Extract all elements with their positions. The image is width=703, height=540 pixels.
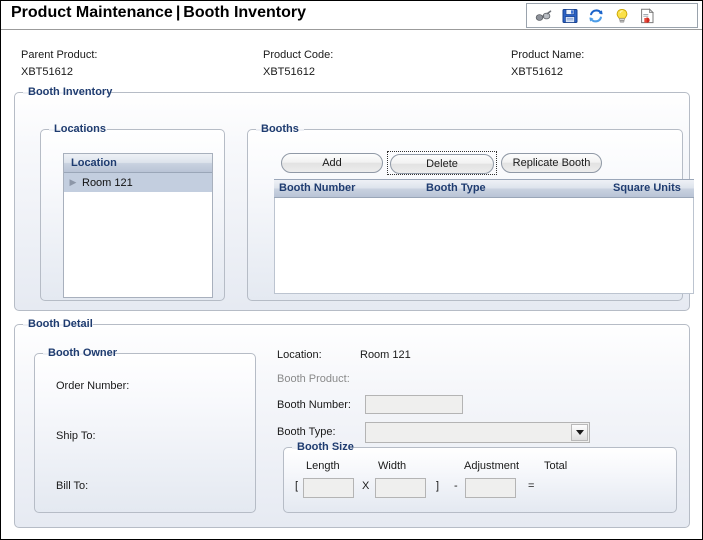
minus-symbol: - [454,480,458,492]
locations-tree-row-label: Room 121 [82,176,133,189]
width-label: Width [378,460,407,472]
location-value: Room 121 [360,349,411,361]
add-button[interactable]: Add [281,153,383,173]
booth-product-label: Booth Product: [277,373,350,385]
application-window: Product Maintenance | Booth Inventory Pa… [0,0,703,540]
length-input[interactable] [303,478,354,498]
product-code-group: Product Code: XBT51612 [263,49,333,78]
booth-inventory-legend: Booth Inventory [28,86,113,98]
width-input[interactable] [375,478,426,498]
booth-size-legend: Booth Size [297,441,354,453]
product-name-value: XBT51612 [511,66,563,78]
title-bar: Product Maintenance | Booth Inventory [1,1,702,30]
replicate-booth-button[interactable]: Replicate Booth [501,153,602,173]
product-code-value: XBT51612 [263,66,315,78]
binoculars-icon[interactable] [535,7,552,24]
equals-symbol: = [528,480,535,492]
page-title-sub: Booth Inventory [183,4,306,21]
locations-column-location: Location [71,157,117,169]
save-icon[interactable] [561,7,578,24]
product-name-label: Product Name: [511,49,585,61]
report-icon[interactable] [639,7,656,24]
product-name-group: Product Name: XBT51612 [511,49,584,78]
booths-column-booth-type[interactable]: Booth Type [426,182,486,194]
locations-legend: Locations [54,123,106,135]
expand-triangle-icon[interactable]: ▶ [64,178,82,187]
booths-panel: Booths Add Delete Replicate Booth Booth … [247,123,694,301]
delete-button[interactable]: Delete [390,154,494,174]
booths-grid-body[interactable] [274,198,694,294]
toolbar [526,3,698,28]
booths-legend: Booths [261,123,299,135]
booth-number-label: Booth Number: [277,399,351,411]
refresh-icon[interactable] [587,7,604,24]
bracket-close-symbol: ] [436,480,440,492]
locations-tree-row[interactable]: ▶ Room 121 [64,173,212,192]
booth-type-label: Booth Type: [277,426,336,438]
parent-product-value: XBT51612 [21,66,73,78]
booth-owner-legend: Booth Owner [48,347,118,359]
locations-column-header: Location [64,154,212,173]
bracket-open-symbol: [ [295,480,299,492]
adjustment-label: Adjustment [464,460,520,472]
lightbulb-icon[interactable] [613,7,630,24]
page-title-separator: | [175,4,181,21]
location-label: Location: [277,349,322,361]
total-label: Total [544,460,568,472]
booth-detail-panel: Booth Detail Booth Owner Order Number: S… [14,318,690,528]
booth-size-panel: Booth Size Length Width Adjustment Total… [283,441,677,513]
locations-panel: Locations Location ▶ Room 121 [40,123,225,301]
bill-to-label: Bill To: [56,480,89,492]
booth-type-select[interactable] [365,422,590,443]
booths-column-square-units[interactable]: Square Units [613,182,681,194]
ship-to-label: Ship To: [56,430,96,442]
booth-detail-legend: Booth Detail [28,318,93,330]
booth-number-input[interactable] [365,395,463,414]
adjustment-input[interactable] [465,478,516,498]
times-symbol: X [362,480,370,492]
page-title: Product Maintenance | Booth Inventory [11,4,306,22]
parent-product-label: Parent Product: [21,49,98,61]
locations-tree[interactable]: Location ▶ Room 121 [63,153,213,298]
parent-product-group: Parent Product: XBT51612 [21,49,97,78]
delete-button-focus-ring: Delete [387,151,497,175]
booths-column-booth-number[interactable]: Booth Number [279,182,355,194]
booths-grid-header: Booth Number Booth Type Square Units [274,179,694,198]
order-number-label: Order Number: [56,380,130,392]
chevron-down-icon[interactable] [571,424,588,441]
length-label: Length [306,460,340,472]
page-title-main: Product Maintenance [11,4,173,21]
product-code-label: Product Code: [263,49,334,61]
booth-inventory-panel: Booth Inventory Locations Location ▶ Roo… [14,86,694,311]
booth-owner-panel: Booth Owner Order Number: Ship To: Bill … [34,347,256,513]
